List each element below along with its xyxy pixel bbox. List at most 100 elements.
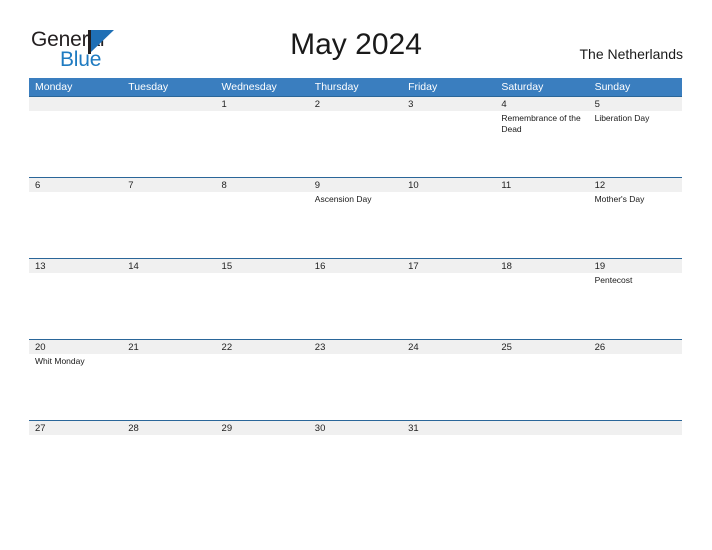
calendar-day-cell-empty — [29, 97, 122, 177]
day-number: 21 — [128, 342, 139, 353]
calendar-day-cell[interactable]: 17 — [402, 259, 495, 339]
calendar-day-cell[interactable]: 21 — [122, 340, 215, 420]
calendar-week-row: 13 14 15 16 17 18 19 Pentecost — [29, 258, 682, 339]
weekday-header-wednesday: Wednesday — [221, 81, 277, 93]
calendar-day-cell[interactable]: 30 — [309, 421, 402, 501]
calendar-day-cell[interactable]: 5 Liberation Day — [589, 97, 682, 177]
weekday-header-saturday: Saturday — [501, 81, 544, 93]
calendar-week-row: 1 2 3 4 Remembrance of the Dead 5 Liberation D… — [29, 96, 682, 177]
weekday-header-row: Monday Tuesday Wednesday Thursday Friday… — [29, 78, 682, 96]
calendar-region-label: The Netherlands — [579, 46, 683, 62]
day-number: 14 — [128, 261, 139, 272]
calendar-week-row: 27 28 29 30 31 — [29, 420, 682, 501]
calendar-day-cell[interactable]: 2 — [309, 97, 402, 177]
calendar-day-cell[interactable]: 3 — [402, 97, 495, 177]
calendar-day-cell[interactable]: 1 — [216, 97, 309, 177]
calendar-day-cell[interactable]: 10 — [402, 178, 495, 258]
week-day-cells: 13 14 15 16 17 18 19 Pentecost — [29, 259, 682, 339]
calendar-day-cell[interactable]: 24 — [402, 340, 495, 420]
calendar-day-cell[interactable]: 14 — [122, 259, 215, 339]
holiday-event-label: Ascension Day — [314, 194, 372, 204]
calendar-day-cell-empty — [589, 421, 682, 501]
calendar-day-cell[interactable]: 29 — [216, 421, 309, 501]
day-number: 4 — [501, 99, 507, 110]
day-number: 27 — [35, 423, 46, 434]
calendar-day-cell-empty — [495, 421, 588, 501]
calendar-day-cell[interactable]: 7 — [122, 178, 215, 258]
day-events: Pentecost — [595, 275, 679, 286]
calendar-day-cell[interactable]: 6 — [29, 178, 122, 258]
day-number: 26 — [594, 342, 606, 353]
calendar-day-cell[interactable]: 23 — [309, 340, 402, 420]
calendar-week-row: 20 Whit Monday 21 22 23 24 25 26 — [29, 339, 682, 420]
calendar-day-cell[interactable]: 27 — [29, 421, 122, 501]
day-number: 6 — [35, 180, 41, 191]
weekday-header-monday: Monday — [35, 81, 73, 93]
day-number: 30 — [314, 423, 326, 434]
weekday-header-thursday: Thursday — [314, 81, 359, 93]
calendar-day-cell[interactable]: 15 — [216, 259, 309, 339]
day-number: 13 — [35, 261, 46, 272]
weekday-header-tuesday: Tuesday — [128, 81, 169, 93]
holiday-event-label: Whit Monday — [35, 356, 85, 366]
weekday-header-friday: Friday — [408, 81, 438, 93]
calendar-day-cell[interactable]: 13 — [29, 259, 122, 339]
day-number: 24 — [408, 342, 419, 353]
weekday-header-sunday: Sunday — [594, 81, 631, 93]
week-day-cells: 20 Whit Monday 21 22 23 24 25 26 — [29, 340, 682, 420]
day-number: 8 — [221, 180, 227, 191]
calendar-day-cell[interactable]: 22 — [216, 340, 309, 420]
page-header: General Blue May 2024 The Netherlands — [0, 0, 712, 78]
holiday-event-label: Mother's Day — [594, 194, 645, 204]
day-number: 2 — [314, 99, 321, 110]
day-number: 17 — [408, 261, 419, 272]
calendar-day-cell[interactable]: 12 Mother's Day — [589, 178, 682, 258]
day-number: 10 — [408, 180, 419, 191]
holiday-event-label: Liberation Day — [594, 113, 650, 123]
calendar-day-cell[interactable]: 18 — [495, 259, 588, 339]
day-number: 15 — [221, 261, 233, 272]
day-events: Mother's Day — [595, 194, 679, 205]
calendar-day-cell[interactable]: 31 — [402, 421, 495, 501]
calendar-day-cell[interactable]: 20 Whit Monday — [29, 340, 122, 420]
day-events: Liberation Day — [595, 113, 679, 124]
calendar-day-cell[interactable]: 25 — [495, 340, 588, 420]
day-number: 29 — [221, 423, 233, 434]
day-number: 9 — [314, 180, 321, 191]
calendar-day-cell-empty — [122, 97, 215, 177]
calendar-day-cell[interactable]: 9 Ascension Day — [309, 178, 402, 258]
day-events: Ascension Day — [315, 194, 399, 205]
calendar-page: General Blue May 2024 The Netherlands Mo… — [0, 0, 712, 550]
day-number: 7 — [128, 180, 134, 191]
day-number: 20 — [35, 342, 46, 353]
day-number: 3 — [408, 99, 414, 110]
calendar-grid: Monday Tuesday Wednesday Thursday Friday… — [29, 78, 682, 501]
day-events: Whit Monday — [35, 356, 119, 367]
holiday-event-label: Pentecost — [594, 275, 633, 285]
calendar-day-cell[interactable]: 26 — [589, 340, 682, 420]
calendar-day-cell[interactable]: 8 — [216, 178, 309, 258]
day-number: 11 — [501, 180, 512, 191]
calendar-weeks: 1 2 3 4 Remembrance of the Dead 5 Liberation D… — [29, 96, 682, 501]
day-number: 23 — [314, 342, 326, 353]
day-number: 12 — [594, 180, 606, 191]
week-day-cells: 1 2 3 4 Remembrance of the Dead 5 Liberation D… — [29, 97, 682, 177]
day-number: 22 — [221, 342, 233, 353]
holiday-event-label: Remembrance of the Dead — [501, 113, 581, 134]
calendar-week-row: 6 7 8 9 Ascension Day 10 11 12 Mother's Day — [29, 177, 682, 258]
day-events: Remembrance of the Dead — [501, 113, 585, 135]
week-day-cells: 6 7 8 9 Ascension Day 10 11 12 Mother's Day — [29, 178, 682, 258]
day-number: 1 — [221, 99, 227, 110]
day-number: 19 — [594, 261, 606, 272]
calendar-day-cell[interactable]: 19 Pentecost — [589, 259, 682, 339]
day-number: 5 — [594, 99, 600, 110]
day-number: 16 — [314, 261, 326, 272]
calendar-day-cell[interactable]: 4 Remembrance of the Dead — [495, 97, 588, 177]
day-number: 18 — [501, 261, 512, 272]
day-number: 25 — [501, 342, 512, 353]
day-number: 28 — [128, 423, 139, 434]
calendar-day-cell[interactable]: 11 — [495, 178, 588, 258]
calendar-day-cell[interactable]: 28 — [122, 421, 215, 501]
week-day-cells: 27 28 29 30 31 — [29, 421, 682, 501]
calendar-day-cell[interactable]: 16 — [309, 259, 402, 339]
